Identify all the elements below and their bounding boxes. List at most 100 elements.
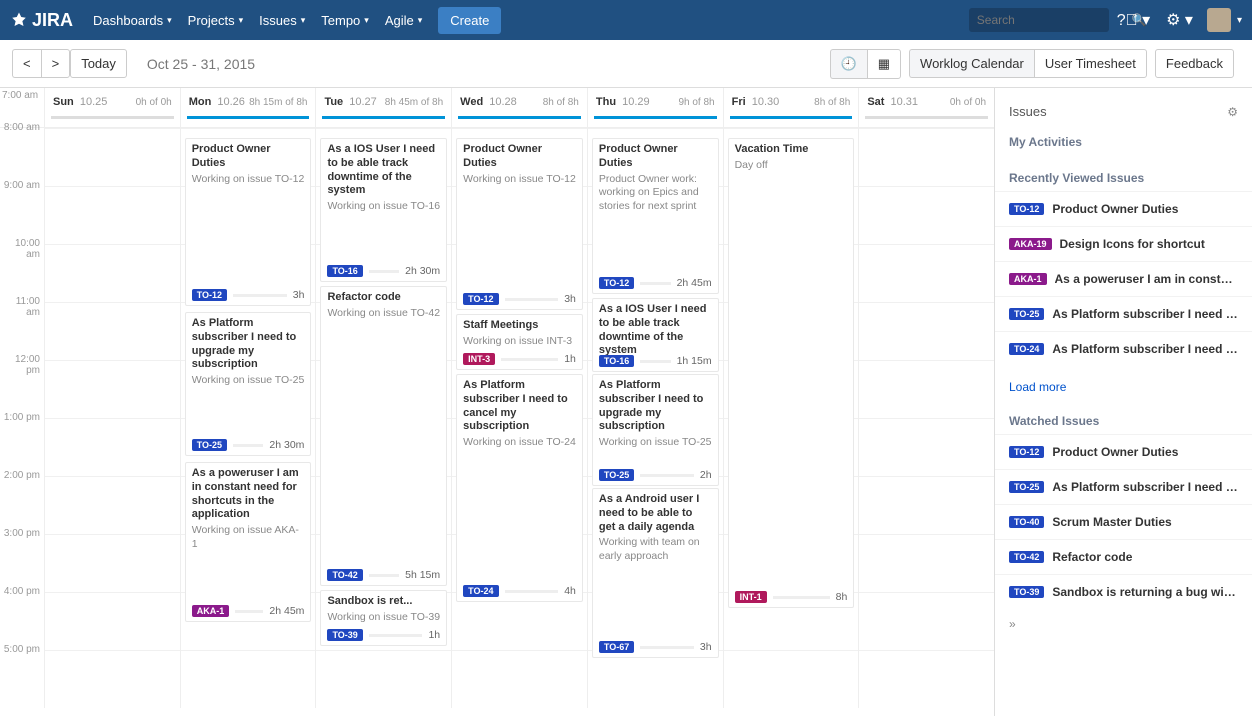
nav-dashboards[interactable]: Dashboards▾	[85, 0, 180, 40]
gear-icon[interactable]: ⚙	[1227, 105, 1238, 119]
load-more-link[interactable]: Load more	[995, 366, 1252, 408]
issue-row[interactable]: TO-39Sandbox is returning a bug with new…	[995, 574, 1252, 609]
next-button[interactable]: >	[41, 49, 71, 78]
hour-label: 12:00 pm	[0, 354, 44, 412]
day-header: Wed 10.288h of 8h	[452, 88, 587, 116]
search-box[interactable]: 🔍	[969, 8, 1109, 32]
issue-badge: INT-1	[735, 591, 767, 603]
help-icon[interactable]: ?⃝ ▾	[1109, 10, 1158, 30]
issue-key-badge: TO-12	[1009, 446, 1044, 458]
hour-label: 1:00 pm	[0, 412, 44, 470]
issue-badge: TO-12	[599, 277, 634, 289]
calendar-event[interactable]: Sandbox is ret...Working on issue TO-39T…	[320, 590, 447, 646]
issue-badge: TO-16	[327, 265, 362, 277]
issue-badge: TO-12	[463, 293, 498, 305]
date-range: Oct 25 - 31, 2015	[147, 56, 255, 72]
toolbar: < > Today Oct 25 - 31, 2015 🕘 ▦ Worklog …	[0, 40, 1252, 88]
worklog-calendar-tab[interactable]: Worklog Calendar	[909, 49, 1034, 78]
user-timesheet-tab[interactable]: User Timesheet	[1034, 49, 1147, 78]
issue-key-badge: TO-39	[1009, 586, 1044, 598]
issue-row[interactable]: TO-40Scrum Master Duties	[995, 504, 1252, 539]
sidebar: Issues ⚙ My Activities Recently Viewed I…	[994, 88, 1252, 716]
calendar-event[interactable]: As a poweruser I am in constant need for…	[185, 462, 312, 622]
day-header: Thu 10.299h of 8h	[588, 88, 723, 116]
issue-row[interactable]: TO-12Product Owner Duties	[995, 434, 1252, 469]
issue-key-badge: TO-25	[1009, 308, 1044, 320]
hour-label: 10:00 am	[0, 238, 44, 296]
issue-row[interactable]: TO-25As Platform subscriber I need to up…	[995, 469, 1252, 504]
calendar-event[interactable]: Vacation TimeDay offINT-18h	[728, 138, 855, 608]
issue-badge: INT-3	[463, 353, 495, 365]
issue-row[interactable]: AKA-1As a poweruser I am in constant nee…	[995, 261, 1252, 296]
day-header: Sun 10.250h of 0h	[45, 88, 180, 116]
today-button[interactable]: Today	[70, 49, 127, 78]
recent-section-title: Recently Viewed Issues	[995, 165, 1252, 191]
day-column[interactable]: As a IOS User I need to be able track do…	[315, 128, 451, 708]
issue-badge: TO-42	[327, 569, 362, 581]
issue-badge: TO-25	[192, 439, 227, 451]
day-header: Mon 10.268h 15m of 8h	[181, 88, 316, 116]
issue-key-badge: TO-42	[1009, 551, 1044, 563]
nav-issues[interactable]: Issues▾	[251, 0, 313, 40]
hour-label: 4:00 pm	[0, 586, 44, 644]
issue-badge: TO-24	[463, 585, 498, 597]
issue-badge: TO-25	[599, 469, 634, 481]
issue-key-badge: AKA-1	[1009, 273, 1047, 285]
issue-key-badge: TO-24	[1009, 343, 1044, 355]
issue-row[interactable]: TO-42Refactor code	[995, 539, 1252, 574]
calendar-event[interactable]: As Platform subscriber I need to cancel …	[456, 374, 583, 602]
issue-row[interactable]: AKA-19Design Icons for shortcut	[995, 226, 1252, 261]
calendar-event[interactable]: Product Owner DutiesProduct Owner work: …	[592, 138, 719, 294]
issue-key-badge: TO-40	[1009, 516, 1044, 528]
day-column[interactable]	[44, 128, 180, 708]
issue-key-badge: TO-25	[1009, 481, 1044, 493]
day-column[interactable]: Product Owner DutiesWorking on issue TO-…	[451, 128, 587, 708]
calendar-event[interactable]: As Platform subscriber I need to upgrade…	[185, 312, 312, 456]
issue-badge: TO-67	[599, 641, 634, 653]
nav-projects[interactable]: Projects▾	[180, 0, 252, 40]
hour-label: 2:00 pm	[0, 470, 44, 528]
issue-row[interactable]: TO-12Product Owner Duties	[995, 191, 1252, 226]
watched-section-title: Watched Issues	[995, 408, 1252, 434]
issue-badge: TO-16	[599, 355, 634, 367]
hour-label: 9:00 am	[0, 180, 44, 238]
feedback-button[interactable]: Feedback	[1155, 49, 1234, 78]
nav-arrows: < >	[12, 49, 70, 78]
calendar-event[interactable]: Refactor codeWorking on issue TO-42TO-42…	[320, 286, 447, 586]
calendar-event[interactable]: As a IOS User I need to be able track do…	[592, 298, 719, 372]
calendar-event[interactable]: As Platform subscriber I need to upgrade…	[592, 374, 719, 486]
day-column[interactable]	[858, 128, 994, 708]
create-button[interactable]: Create	[438, 7, 501, 34]
jira-logo[interactable]: JIRA	[10, 10, 73, 31]
issue-badge: TO-12	[192, 289, 227, 301]
more-chevron-icon[interactable]: »	[995, 609, 1252, 639]
nav-tempo[interactable]: Tempo▾	[313, 0, 377, 40]
issue-key-badge: TO-12	[1009, 203, 1044, 215]
day-column[interactable]: Vacation TimeDay offINT-18h	[723, 128, 859, 708]
issue-badge: AKA-1	[192, 605, 230, 617]
nav-agile[interactable]: Agile▾	[377, 0, 430, 40]
calendar-event[interactable]: Staff MeetingsWorking on issue INT-3INT-…	[456, 314, 583, 370]
day-header: Sat 10.310h of 0h	[859, 88, 994, 116]
hour-label: 8:00 am	[0, 122, 44, 180]
settings-icon[interactable]: ⚙ ▾	[1158, 10, 1201, 30]
my-activities-section[interactable]: My Activities	[995, 129, 1252, 155]
prev-button[interactable]: <	[12, 49, 41, 78]
calendar-event[interactable]: As a IOS User I need to be able track do…	[320, 138, 447, 282]
avatar[interactable]	[1207, 8, 1231, 32]
day-column[interactable]: Product Owner DutiesWorking on issue TO-…	[180, 128, 316, 708]
hour-label: 5:00 pm	[0, 644, 44, 702]
time-start-label: 7:00 am	[2, 90, 38, 101]
grid-view-button[interactable]: ▦	[867, 49, 901, 79]
calendar: 7:00 am Sun 10.250h of 0hMon 10.268h 15m…	[0, 88, 994, 716]
clock-view-button[interactable]: 🕘	[830, 49, 867, 79]
top-nav: JIRA Dashboards▾Projects▾Issues▾Tempo▾Ag…	[0, 0, 1252, 40]
calendar-event[interactable]: Product Owner DutiesWorking on issue TO-…	[185, 138, 312, 306]
day-column[interactable]: Product Owner DutiesProduct Owner work: …	[587, 128, 723, 708]
sidebar-title: Issues	[1009, 104, 1047, 119]
issue-row[interactable]: TO-24As Platform subscriber I need to ca…	[995, 331, 1252, 366]
issue-row[interactable]: TO-25As Platform subscriber I need to up…	[995, 296, 1252, 331]
day-header: Fri 10.308h of 8h	[724, 88, 859, 116]
calendar-event[interactable]: Product Owner DutiesWorking on issue TO-…	[456, 138, 583, 310]
calendar-event[interactable]: As a Android user I need to be able to g…	[592, 488, 719, 658]
